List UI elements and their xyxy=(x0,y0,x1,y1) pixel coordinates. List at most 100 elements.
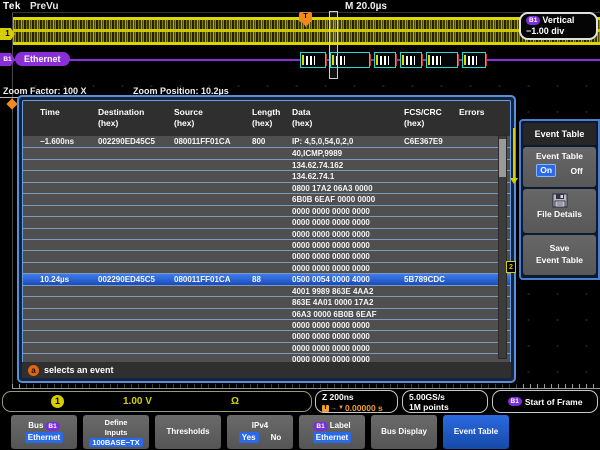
cell-data: 134.62.74.1 xyxy=(292,171,334,182)
vertical-title: Vertical xyxy=(542,15,574,26)
column-header: Destination(hex) xyxy=(98,107,144,129)
define-label-2: Inputs xyxy=(105,428,128,437)
trigger-position-value: 0.00000 s xyxy=(345,403,383,413)
table-row[interactable]: 0000 0000 0000 0000 xyxy=(23,239,510,250)
bottom-menu: Bus B1 Ethernet Define Inputs 100BASE−TX… xyxy=(0,414,600,450)
footer-hint: selects an event xyxy=(44,365,114,375)
cell-dest: 002290ED45C5 xyxy=(98,274,155,285)
cell-data: 0000 0000 0000 0000 xyxy=(292,251,370,262)
cell-data: 863E 4A01 0000 17A2 xyxy=(292,297,373,308)
tek-logo: Tek xyxy=(3,1,21,12)
table-row[interactable]: 6B0B 6EAF 0000 0000 xyxy=(23,193,510,204)
marker-2-badge: 2 xyxy=(506,261,516,273)
bus-display-label: Bus Display xyxy=(381,427,427,437)
bus-packet xyxy=(426,52,458,68)
scroll-arrow-marker xyxy=(513,128,515,178)
table-row[interactable]: 0800 17A2 06A3 0000 xyxy=(23,182,510,193)
column-header: Errors xyxy=(459,107,485,118)
table-row[interactable]: 40,ICMP,9989 xyxy=(23,147,510,158)
event-table-header: TimeDestination(hex)Source(hex)Length(he… xyxy=(23,101,510,136)
bus-display-button[interactable]: Bus Display xyxy=(371,415,437,449)
file-details-button[interactable]: File Details xyxy=(523,189,596,233)
bus-label[interactable]: Ethernet xyxy=(15,52,70,66)
b1-badge: B1 xyxy=(45,422,59,431)
label-button[interactable]: B1 Label Ethernet xyxy=(299,415,365,449)
event-table-label: Event Table xyxy=(454,427,498,437)
save-event-table-button[interactable]: Save Event Table xyxy=(523,235,596,275)
event-table: TimeDestination(hex)Source(hex)Length(he… xyxy=(22,100,511,364)
cell-data: 0000 0000 0000 0000 xyxy=(292,206,370,217)
event-table-toggle-button[interactable]: Event Table On Off xyxy=(523,147,596,187)
table-row[interactable]: 134.62.74.162 xyxy=(23,159,510,170)
cell-len: 88 xyxy=(252,274,261,285)
vertical-value: −1.00 div xyxy=(526,26,591,37)
record-length: 1M points xyxy=(409,402,487,412)
label-text: Label xyxy=(330,421,351,431)
table-scrollbar[interactable] xyxy=(498,135,507,359)
cell-time: −1.600ns xyxy=(40,136,74,147)
b1-badge: B1 xyxy=(313,422,327,431)
zoom-scale-label: Z 200ns xyxy=(322,392,397,402)
table-row[interactable]: 10.24µs002290ED45C5080011FF01CA880500 00… xyxy=(23,273,510,284)
table-row[interactable]: 0000 0000 0000 0000 xyxy=(23,250,510,261)
cell-data: 0800 17A2 06A3 0000 xyxy=(292,183,373,194)
cell-data: 0000 0000 0000 0000 xyxy=(292,240,370,251)
event-table-window: TimeDestination(hex)Source(hex)Length(he… xyxy=(17,95,516,383)
triangle-down-icon: ▼ xyxy=(338,405,344,411)
table-row[interactable]: 0000 0000 0000 0000 xyxy=(23,319,510,330)
cell-len: 800 xyxy=(252,136,265,147)
oscilloscope-screen: Tek PreVu M 20.0µs 1 B1 Ethernet T B1 Ve… xyxy=(0,0,600,450)
column-header: Time xyxy=(40,107,60,118)
toggle-label: Event Table xyxy=(523,151,596,161)
file-details-label: File Details xyxy=(523,209,596,219)
cell-data: 0000 0000 0000 0000 xyxy=(292,343,370,354)
cell-fcs: C6E367E9 xyxy=(404,136,443,147)
cell-data: 06A3 0000 6B0B 6EAF xyxy=(292,309,377,320)
table-row[interactable]: 0000 0000 0000 0000 xyxy=(23,216,510,227)
table-row[interactable]: 0000 0000 0000 0000 xyxy=(23,205,510,216)
ipv4-button[interactable]: IPv4 Yes No xyxy=(227,415,293,449)
scrollbar-thumb[interactable] xyxy=(499,139,506,177)
cell-data: 134.62.74.162 xyxy=(292,160,343,171)
ch1-badge-icon: 1 xyxy=(51,395,64,408)
acquisition-readout[interactable]: 5.00GS/s 1M points xyxy=(402,390,488,413)
thresholds-button[interactable]: Thresholds xyxy=(155,415,221,449)
table-row[interactable]: 4001 9989 863E 4AA2 xyxy=(23,285,510,296)
cell-data: 40,ICMP,9989 xyxy=(292,148,342,159)
bus-value: Ethernet xyxy=(25,432,63,443)
table-row[interactable]: 863E 4A01 0000 17A2 xyxy=(23,296,510,307)
table-row[interactable]: 06A3 0000 6B0B 6EAF xyxy=(23,308,510,319)
zoom-scale-readout[interactable]: Z 200ns T→▼0.00000 s xyxy=(315,390,398,413)
cell-dest: 002290ED45C5 xyxy=(98,136,155,147)
table-row[interactable]: 0000 0000 0000 0000 xyxy=(23,262,510,273)
toggle-off[interactable]: Off xyxy=(570,166,582,176)
trigger-t-icon: T xyxy=(322,405,329,412)
table-row[interactable]: 0000 0000 0000 0000 xyxy=(23,342,510,353)
trigger-position-marker[interactable]: T xyxy=(299,12,312,22)
sample-rate: 5.00GS/s xyxy=(409,392,487,402)
packet-end-mark xyxy=(486,54,487,66)
trigger-source-readout[interactable]: B1 Start of Frame xyxy=(492,390,598,413)
status-bar: 1 1.00 V Ω Z 200ns T→▼0.00000 s 5.00GS/s… xyxy=(0,390,600,414)
bus-packet xyxy=(400,52,422,68)
save-label-2: Event Table xyxy=(523,254,596,266)
cell-data: 0000 0000 0000 0000 xyxy=(292,331,370,342)
table-row[interactable]: −1.600ns002290ED45C5080011FF01CA800IP: 4… xyxy=(23,136,510,147)
bus-button[interactable]: Bus B1 Ethernet xyxy=(11,415,77,449)
ch1-scale-readout[interactable]: 1 1.00 V Ω xyxy=(2,391,312,412)
table-row[interactable]: 134.62.74.1 xyxy=(23,170,510,181)
table-row[interactable]: 0000 0000 0000 0000 xyxy=(23,330,510,341)
event-table-button[interactable]: Event Table xyxy=(443,415,509,449)
ipv4-no[interactable]: No xyxy=(271,433,282,443)
define-inputs-value: 100BASE−TX xyxy=(89,438,142,447)
table-row[interactable]: 0000 0000 0000 0000 xyxy=(23,228,510,239)
zoom-window-bracket[interactable] xyxy=(329,11,338,79)
bus-packet xyxy=(374,52,396,68)
define-inputs-button[interactable]: Define Inputs 100BASE−TX xyxy=(83,415,149,449)
b1-vertical-readout: B1 Vertical −1.00 div xyxy=(519,12,598,40)
toggle-on[interactable]: On xyxy=(536,164,556,177)
packet-end-mark xyxy=(422,54,423,66)
label-value: Ethernet xyxy=(313,432,351,443)
cell-src: 080011FF01CA xyxy=(174,136,230,147)
ipv4-yes[interactable]: Yes xyxy=(239,432,259,443)
